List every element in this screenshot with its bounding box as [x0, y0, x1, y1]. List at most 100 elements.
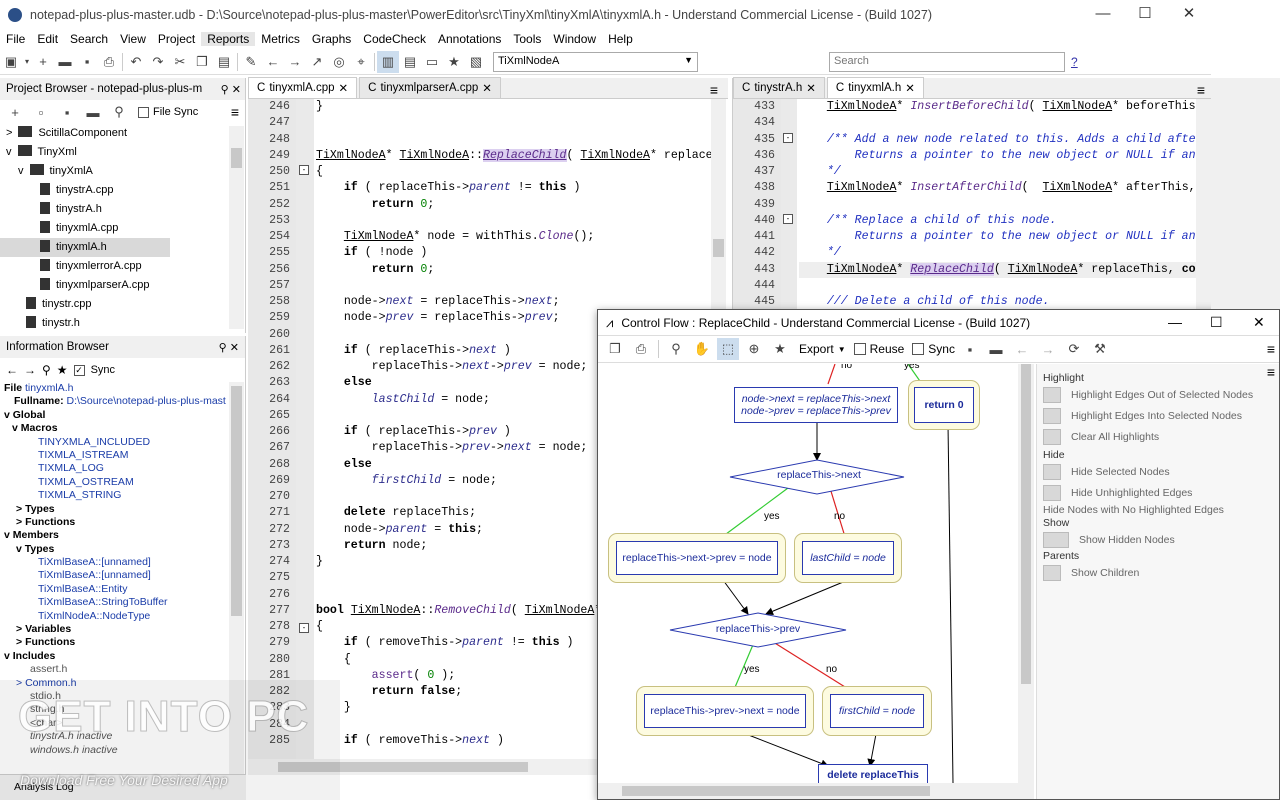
back-icon[interactable]: ← — [1011, 338, 1033, 360]
menu-annotations[interactable]: Annotations — [432, 32, 507, 46]
hide-selected-button[interactable]: Hide Selected Nodes — [1043, 461, 1279, 482]
cf-node-assign[interactable]: node->next = replaceThis->next node->prev… — [734, 387, 898, 423]
back-icon[interactable]: ← — [262, 51, 284, 73]
zoom-icon[interactable]: ⚲ — [665, 338, 687, 360]
cf-node-decision1[interactable]: replaceThis->next — [774, 469, 864, 481]
add-file-icon[interactable]: + — [4, 101, 26, 123]
menu-codecheck[interactable]: CodeCheck — [357, 32, 432, 46]
cf-node-decision2[interactable]: replaceThis->prev — [713, 623, 803, 635]
star-icon[interactable]: ★ — [769, 338, 791, 360]
close-tab-icon[interactable]: ✕ — [339, 81, 349, 95]
cf-maximize-button[interactable]: ☐ — [1210, 314, 1223, 331]
expander-icon[interactable]: > — [6, 127, 12, 139]
close-tab-icon[interactable]: ✕ — [482, 81, 492, 95]
tree-item[interactable]: v TinyXml — [0, 143, 245, 162]
minimize-button[interactable]: — — [1080, 0, 1126, 29]
highlight-edges-out-button[interactable]: Highlight Edges Out of Selected Nodes — [1043, 384, 1279, 405]
settings-wrench-icon[interactable]: ⚒ — [1089, 338, 1111, 360]
macro-item[interactable]: TIXMLA_ISTREAM — [4, 449, 245, 462]
tag-icon[interactable]: ⌖ — [350, 51, 372, 73]
bookmark-star-icon[interactable]: ★ — [443, 51, 465, 73]
export-button[interactable]: Export — [799, 342, 834, 356]
cf-graph-canvas[interactable]: no yes node->next = replaceThis->next nod… — [598, 364, 1018, 783]
menu-icon[interactable]: ≡ — [710, 82, 718, 98]
dropdown-icon[interactable]: ▾ — [22, 51, 32, 73]
tree-item[interactable]: tinystrA.cpp — [0, 181, 245, 200]
expander-icon[interactable]: v — [18, 165, 24, 177]
copy-icon[interactable]: ❐ — [191, 51, 213, 73]
cf-node-yes2[interactable]: replaceThis->prev->next = node — [644, 694, 806, 728]
sync-checkbox[interactable] — [912, 343, 925, 355]
refresh-icon[interactable]: ⟳ — [1063, 338, 1085, 360]
cf-node-no2[interactable]: firstChild = node — [830, 694, 924, 728]
doc-icon[interactable]: ▪ — [56, 101, 78, 123]
hide-unhighlighted-button[interactable]: Hide Unhighlighted Edges — [1043, 482, 1279, 503]
forward-icon[interactable]: → — [284, 51, 306, 73]
copy-icon[interactable]: ❐ — [604, 338, 626, 360]
include-item[interactable]: assert.h — [4, 663, 245, 676]
menu-metrics[interactable]: Metrics — [255, 32, 306, 46]
menu-window[interactable]: Window — [547, 32, 602, 46]
fullname-link[interactable]: D:\Source\notepad-plus-plus-mast — [67, 395, 226, 407]
cf-hscroll[interactable] — [598, 783, 1034, 799]
member-item[interactable]: TiXmlBaseA::[unnamed] — [4, 569, 245, 582]
menu-edit[interactable]: Edit — [31, 32, 64, 46]
menu-graphs[interactable]: Graphs — [306, 32, 357, 46]
graph-icon[interactable]: ↗ — [306, 51, 328, 73]
web-icon[interactable]: ◎ — [328, 51, 350, 73]
show-hidden-button[interactable]: Show Hidden Nodes — [1043, 529, 1279, 550]
cf-node-return0[interactable]: return 0 — [914, 387, 974, 423]
folder-icon[interactable]: ▬ — [82, 101, 104, 123]
close-tab-icon[interactable]: ✕ — [806, 81, 816, 95]
new-project-icon[interactable]: ▣ — [0, 51, 22, 73]
layout-single-icon[interactable]: ▭ — [421, 51, 443, 73]
close-button[interactable]: ✕ — [1166, 0, 1212, 29]
forward-icon[interactable]: → — [24, 363, 36, 377]
select-icon[interactable]: ⬚ — [717, 338, 739, 360]
show-children-button[interactable]: Show Children — [1043, 562, 1279, 583]
menu-file[interactable]: File — [0, 32, 31, 46]
pin-icon[interactable]: ⚲ ✕ — [219, 341, 239, 354]
redo-icon[interactable]: ↷ — [147, 51, 169, 73]
zoom-fit-icon[interactable]: ⊕ — [743, 338, 765, 360]
layout-split-icon[interactable]: ▥ — [377, 50, 399, 73]
member-item[interactable]: TiXmlNodeA::NodeType — [4, 610, 245, 623]
undo-icon[interactable]: ↶ — [125, 51, 147, 73]
menu-icon[interactable]: ≡ — [1197, 82, 1205, 98]
tab-tinyxmla-h[interactable]: CtinyxmlA.h ✕ — [826, 77, 924, 98]
file-sync-checkbox[interactable] — [138, 106, 149, 118]
expander-icon[interactable]: v — [6, 146, 12, 158]
layout-horizontal-icon[interactable]: ▤ — [399, 51, 421, 73]
hide-no-highlight-button[interactable]: Hide Nodes with No Highlighted Edges — [1043, 503, 1279, 517]
tab-tinyxmla-cpp[interactable]: CtinyxmlA.cpp ✕ — [248, 77, 358, 98]
tree-item[interactable]: tinyxmlerrorA.cpp — [0, 257, 245, 276]
member-item[interactable]: TiXmlBaseA::Entity — [4, 583, 245, 596]
remove-file-icon[interactable]: ▫ — [30, 101, 52, 123]
search-icon[interactable]: ⚲ — [108, 101, 130, 123]
open-folder-icon[interactable]: ▬ — [54, 51, 76, 73]
cf-node-no1[interactable]: lastChild = node — [802, 541, 894, 575]
tree-item[interactable]: tinystr.h — [0, 314, 245, 329]
tab-tinyxmlparsera-cpp[interactable]: CtinyxmlparserA.cpp ✕ — [359, 77, 501, 98]
tree-item[interactable]: tinyxmlA.h — [0, 238, 170, 257]
report-icon[interactable]: ▧ — [465, 51, 487, 73]
menu-icon[interactable]: ≡ — [1267, 341, 1275, 357]
new-file-icon[interactable]: + — [32, 51, 54, 73]
tree-item[interactable]: tinyxmlA.cpp — [0, 219, 245, 238]
tree-item[interactable]: tinystrA.h — [0, 200, 245, 219]
help-link[interactable]: ? — [1071, 55, 1078, 69]
member-item[interactable]: TiXmlBaseA::[unnamed] — [4, 556, 245, 569]
menu-help[interactable]: Help — [602, 32, 639, 46]
macro-item[interactable]: TINYXMLA_INCLUDED — [4, 436, 245, 449]
back-icon[interactable]: ← — [6, 363, 18, 377]
file-link[interactable]: tinyxmlA.h — [25, 382, 73, 394]
sync-checkbox[interactable]: ✓ — [73, 364, 85, 376]
reuse-checkbox[interactable] — [853, 343, 866, 355]
pan-hand-icon[interactable]: ✋ — [691, 338, 713, 360]
tree-item[interactable]: tinyxmlparserA.cpp — [0, 276, 245, 295]
cf-minimize-button[interactable]: — — [1168, 314, 1182, 330]
cf-node-yes1[interactable]: replaceThis->next->prev = node — [616, 541, 778, 575]
cf-close-button[interactable]: ✕ — [1253, 314, 1265, 331]
menu-tools[interactable]: Tools — [507, 32, 547, 46]
macro-item[interactable]: TIXMLA_STRING — [4, 489, 245, 502]
